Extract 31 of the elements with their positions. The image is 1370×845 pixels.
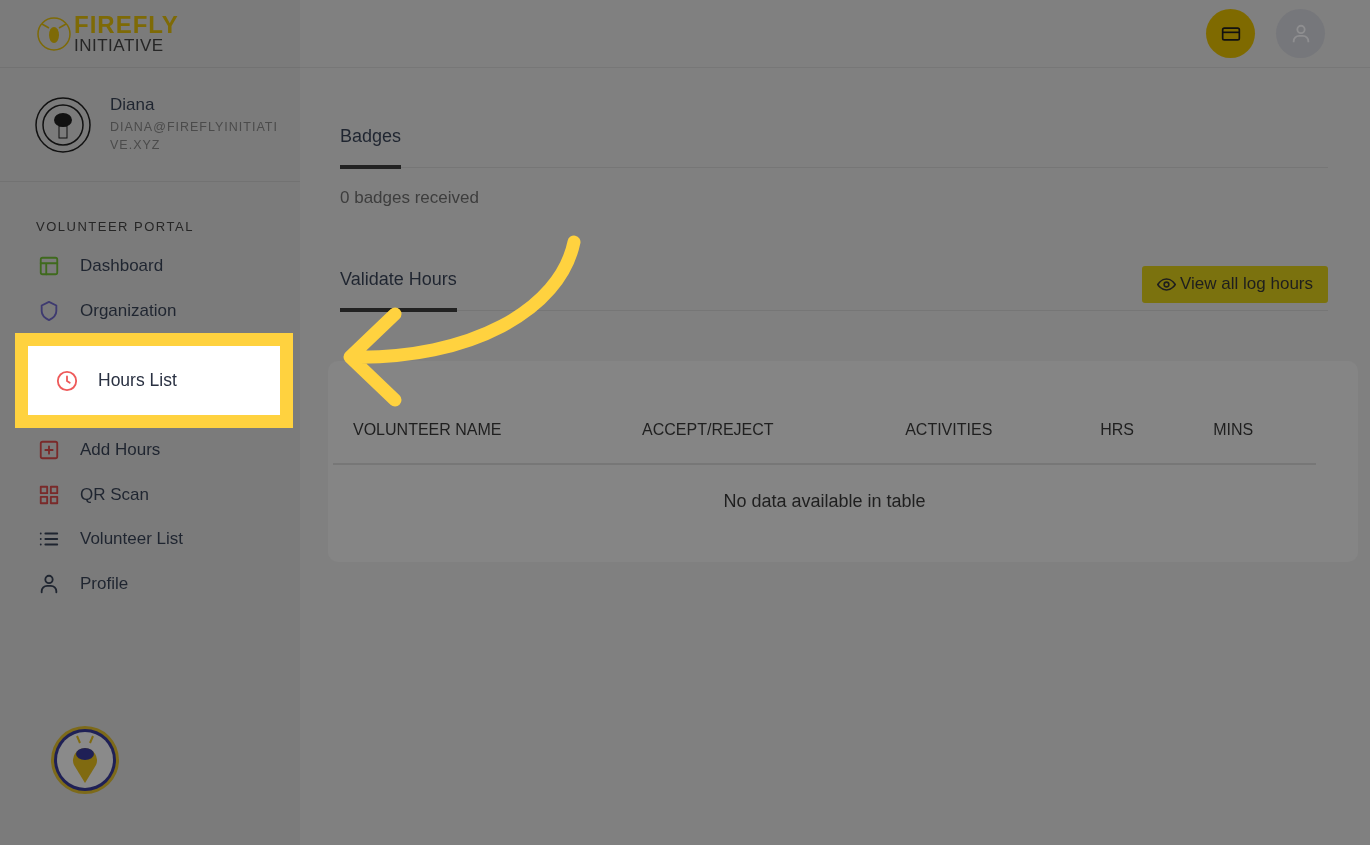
badges-count: 0 badges received [340, 186, 480, 208]
logo-text: FIREFLY [74, 13, 179, 37]
section-title: Validate Hours [340, 269, 457, 312]
logo-subtext: INITIATIVE [74, 37, 165, 54]
firefly-logo-icon [36, 15, 72, 52]
column-header: MINS [1193, 412, 1316, 464]
sidebar-item[interactable]: Hours List [98, 370, 177, 391]
card-button[interactable] [1206, 9, 1255, 58]
sidebar-item[interactable]: Profile [80, 573, 129, 594]
column-header: VOLUNTEER NAME [333, 412, 623, 464]
column-header: ACCEPT/REJECT [622, 412, 886, 464]
column-header: ACTIVITIES [885, 412, 1081, 464]
view-log-hours-button[interactable]: View all log hours [1142, 265, 1328, 303]
sidebar-item[interactable]: Organization [80, 300, 177, 321]
sidebar-item[interactable]: Volunteer List [80, 529, 183, 550]
avatar-emblem-icon [34, 95, 92, 154]
layout-icon [38, 255, 60, 278]
user-icon [38, 572, 60, 595]
empty-table-message: No data available in table [333, 463, 1316, 512]
clock-icon [56, 369, 78, 392]
sidebar-item[interactable]: QR Scan [80, 484, 149, 505]
section-heading: VOLUNTEER PORTAL [35, 218, 195, 236]
grid-icon [38, 483, 60, 506]
plus-square-icon [38, 439, 60, 462]
mascot-badge-drawing [50, 725, 120, 795]
sidebar-item[interactable]: Add Hours [80, 440, 161, 461]
column-header: HRS [1080, 412, 1194, 464]
shield-icon [38, 299, 60, 322]
user-name: Diana [110, 95, 156, 115]
sidebar-item[interactable]: Dashboard [80, 256, 164, 277]
section-title: Badges [340, 126, 402, 169]
